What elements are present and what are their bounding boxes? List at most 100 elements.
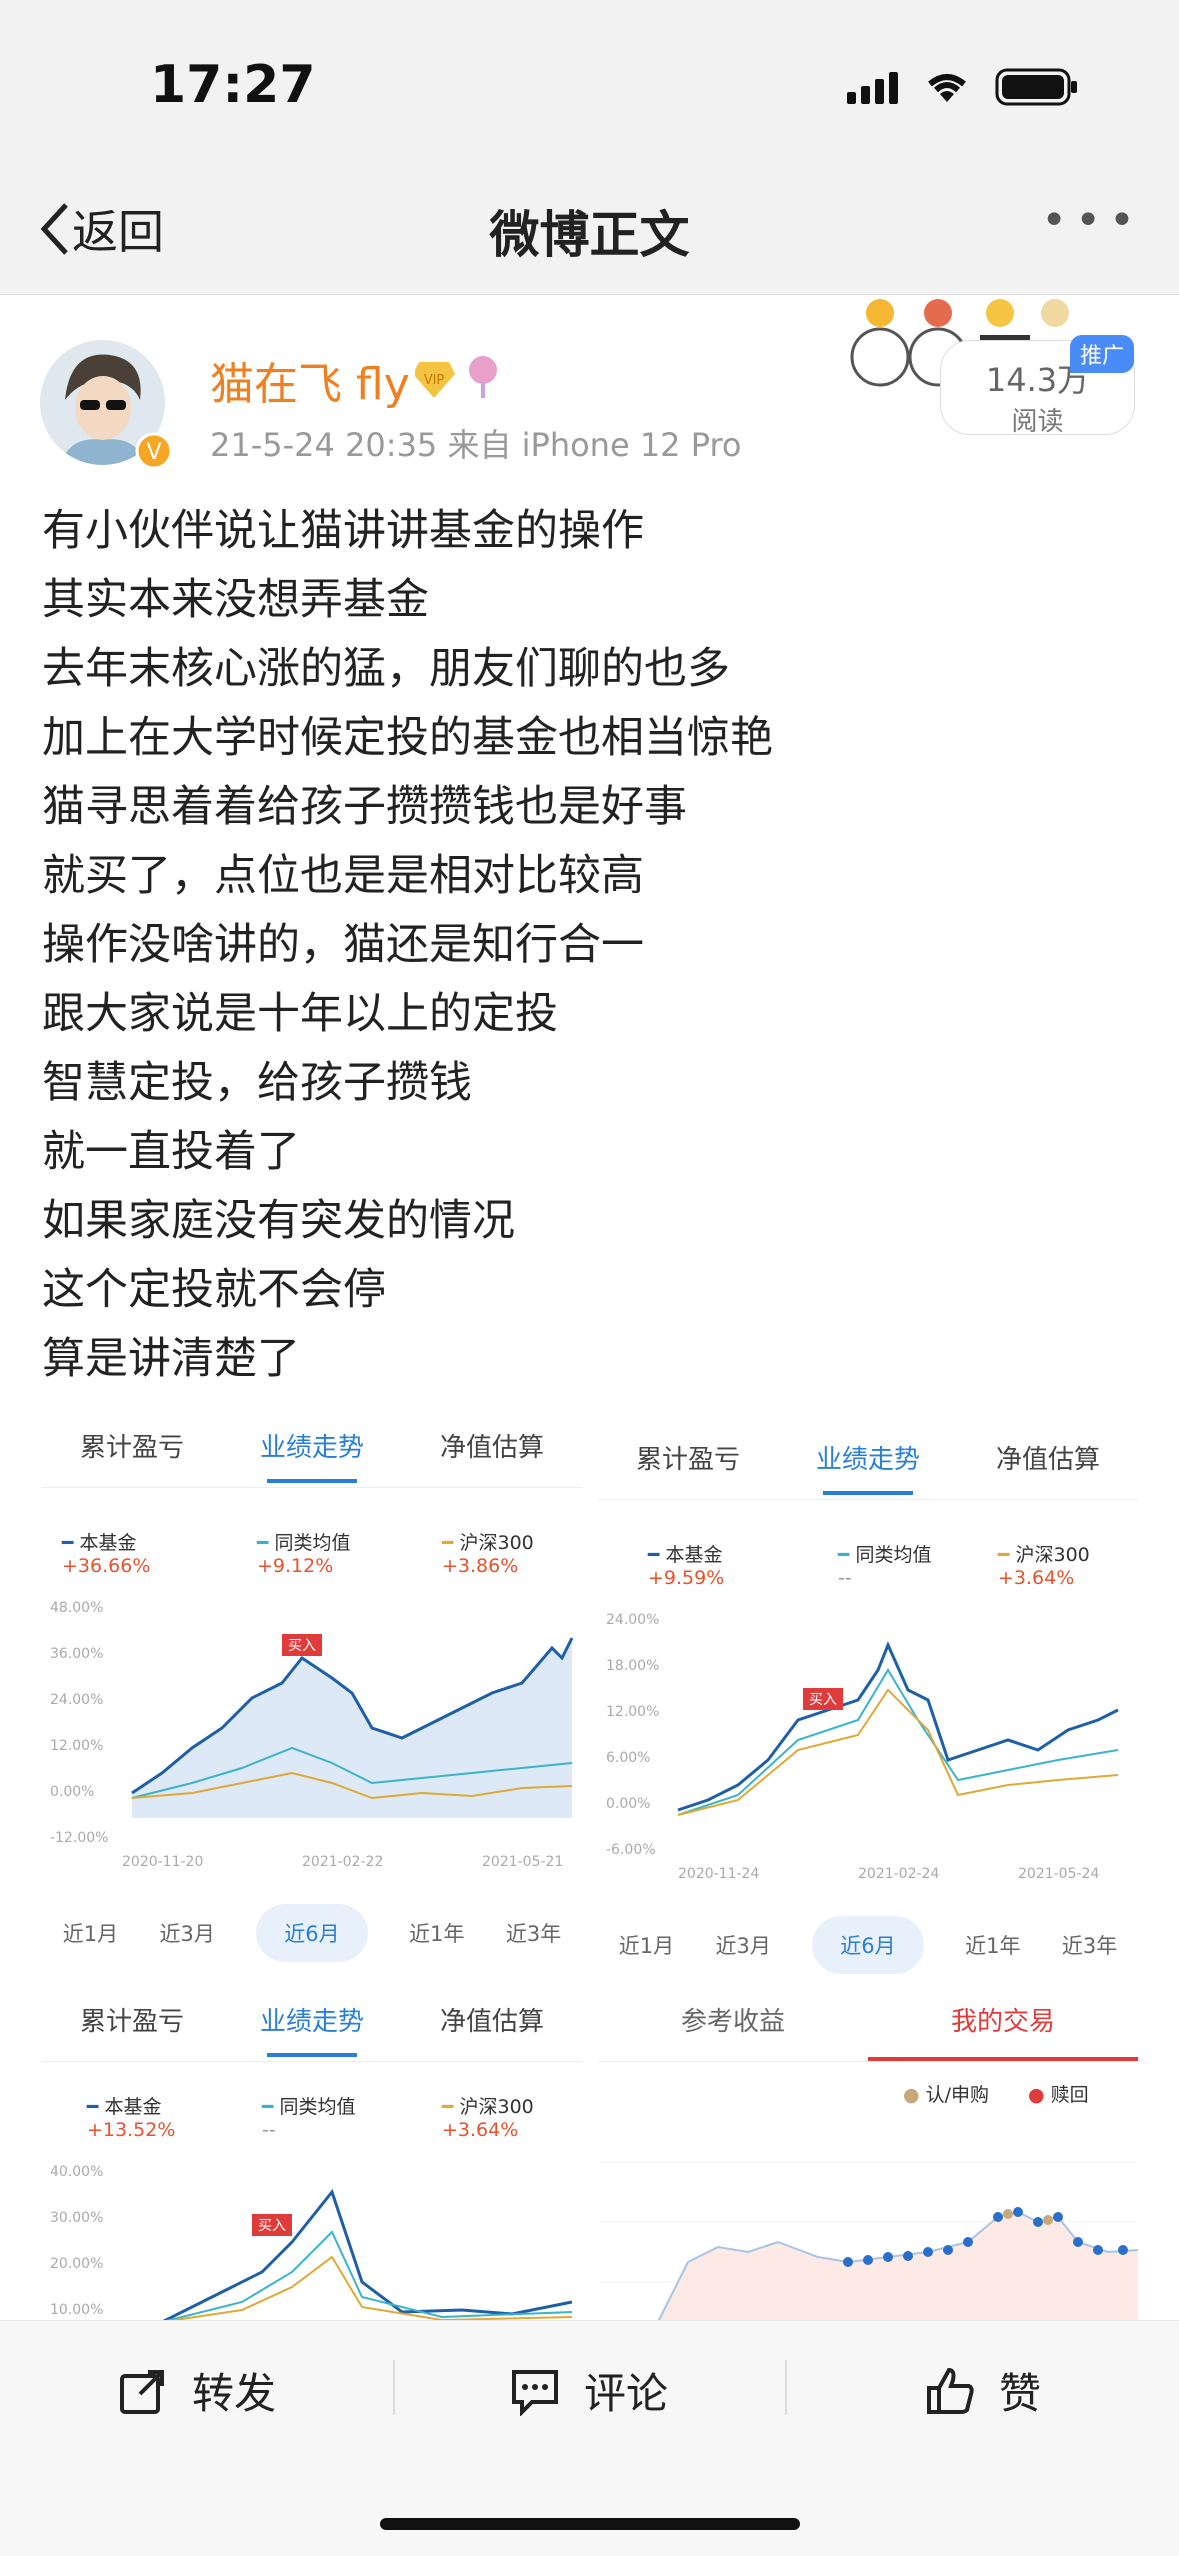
svg-text:0.00%: 0.00%: [606, 1796, 650, 1812]
svg-text:18.00%: 18.00%: [606, 1658, 659, 1674]
svg-text:48.00%: 48.00%: [50, 1600, 103, 1616]
body-line: 算是讲清楚了: [42, 1334, 300, 1384]
svg-text:24.00%: 24.00%: [50, 1692, 103, 1708]
body-line: 跟大家说是十年以上的定投: [42, 989, 558, 1039]
body-line: 就一直投着了: [42, 1127, 300, 1177]
divider: [393, 2360, 395, 2415]
svg-text:2021-02-22: 2021-02-22: [302, 1854, 383, 1868]
legend-fund: ━ 本基金 +36.66%: [62, 1532, 151, 1577]
vip-icon: VIP: [413, 352, 505, 406]
tab-nav-estimate[interactable]: 净值估算: [402, 1418, 582, 1487]
tab-cumulative[interactable]: 累计盈亏: [598, 1430, 778, 1499]
like-label: 赞: [999, 2369, 1042, 2418]
performance-chart-2: 24.00% 18.00% 12.00% 6.00% 0.00% -6.00% 2020-…: [606, 1612, 1119, 1880]
range-1y[interactable]: 近1年: [409, 1918, 464, 1962]
tab-performance[interactable]: 业绩走势: [222, 1418, 402, 1487]
repost-button[interactable]: 转发: [118, 2360, 276, 2421]
tab-reference-return[interactable]: 参考收益: [598, 1992, 868, 2061]
svg-text:VIP: VIP: [424, 373, 445, 388]
svg-text:V: V: [146, 440, 161, 465]
more-icon[interactable]: •••: [1041, 195, 1143, 246]
signal-icon: [845, 70, 905, 110]
comment-button[interactable]: 评论: [510, 2360, 668, 2421]
legend-fund: ━ 本基金 +13.52%: [87, 2096, 176, 2141]
svg-text:30.00%: 30.00%: [50, 2210, 103, 2226]
body-line: 智慧定投，给孩子攒钱: [42, 1058, 472, 1108]
wifi-icon: [922, 66, 972, 110]
range-selector-2: 近1月 近3月 近6月 近1年 近3年: [598, 1916, 1138, 1974]
verified-badge-icon: V: [135, 432, 173, 474]
legend-hs300: ━ 沪深300 +3.64%: [998, 1544, 1090, 1589]
repost-icon: [120, 2369, 164, 2414]
range-6m[interactable]: 近6月: [256, 1904, 368, 1962]
status-bar: 17:27: [0, 0, 1179, 170]
range-6m[interactable]: 近6月: [812, 1916, 924, 1974]
body-line: 这个定投就不会停: [42, 1265, 386, 1315]
svg-text:2021-02-24: 2021-02-24: [858, 1866, 939, 1880]
promo-badge: 推广: [1070, 335, 1135, 373]
repost-label: 转发: [192, 2369, 277, 2418]
page-title: 微博正文: [489, 206, 690, 264]
svg-text:12.00%: 12.00%: [606, 1704, 659, 1720]
svg-text:24.00%: 24.00%: [606, 1612, 659, 1628]
battery-icon: [995, 66, 1080, 112]
range-3y[interactable]: 近3年: [1062, 1930, 1117, 1974]
username[interactable]: 猫在飞 fly: [210, 348, 410, 412]
legend-purchase: ● 认/申购: [903, 2084, 990, 2106]
tab-cumulative[interactable]: 累计盈亏: [42, 1992, 222, 2061]
svg-text:20.00%: 20.00%: [50, 2256, 103, 2272]
body-line: 有小伙伴说让猫讲讲基金的操作: [42, 506, 644, 556]
svg-text:买入: 买入: [258, 2218, 286, 2234]
body-line: 就买了，点位也是是相对比较高: [42, 851, 644, 901]
svg-text:买入: 买入: [809, 1692, 837, 1708]
svg-text:-6.00%: -6.00%: [606, 1842, 656, 1858]
svg-text:12.00%: 12.00%: [50, 1738, 103, 1754]
tab-cumulative[interactable]: 累计盈亏: [42, 1418, 222, 1487]
comment-icon: [512, 2369, 558, 2416]
body-line: 其实本来没想弄基金: [42, 575, 429, 625]
range-1y[interactable]: 近1年: [965, 1930, 1020, 1974]
range-3m[interactable]: 近3月: [160, 1918, 215, 1962]
divider: [785, 2360, 787, 2415]
thumbs-up-icon: [927, 2367, 974, 2414]
legend-fund: ━ 本基金 +9.59%: [648, 1544, 725, 1589]
legend-hs300: ━ 沪深300 +3.86%: [442, 1532, 534, 1577]
svg-text:6.00%: 6.00%: [606, 1750, 650, 1766]
legend-redeem: ● 赎回: [1028, 2084, 1089, 2106]
tab-performance[interactable]: 业绩走势: [222, 1992, 402, 2061]
range-3y[interactable]: 近3年: [506, 1918, 561, 1962]
svg-text:2021-05-24: 2021-05-24: [1018, 1866, 1099, 1880]
svg-text:买入: 买入: [288, 1638, 316, 1654]
range-3m[interactable]: 近3月: [716, 1930, 771, 1974]
range-1m[interactable]: 近1月: [619, 1930, 674, 1974]
body-line: 猫寻思着着给孩子攒攒钱也是好事: [42, 782, 687, 832]
legend-peer-avg: ━ 同类均值 --: [262, 2096, 356, 2141]
tab-my-trades[interactable]: 我的交易: [868, 1992, 1138, 2061]
svg-text:40.00%: 40.00%: [50, 2164, 103, 2180]
tab-nav-estimate[interactable]: 净值估算: [958, 1430, 1138, 1499]
trade-chart-image[interactable]: 参考收益 我的交易 ● 认/申购 ● 赎回: [598, 1992, 1138, 2320]
status-time: 17:27: [150, 55, 316, 115]
body-line: 去年末核心涨的猛，朋友们聊的也多: [42, 644, 730, 694]
range-1m[interactable]: 近1月: [63, 1918, 118, 1962]
tab-performance[interactable]: 业绩走势: [778, 1430, 958, 1499]
legend-peer-avg: ━ 同类均值 +9.12%: [257, 1532, 351, 1577]
fund-chart-image-1[interactable]: 累计盈亏 业绩走势 净值估算 ━ 本基金 +36.66% ━ 同类均值 +9.12%…: [42, 1418, 582, 1978]
post-meta: 21-5-24 20:35 来自 iPhone 12 Pro: [210, 426, 742, 464]
legend-hs300: ━ 沪深300 +3.64%: [442, 2096, 534, 2141]
post-body: 有小伙伴说让猫讲讲基金的操作 其实本来没想弄基金 去年末核心涨的猛，朋友们聊的也…: [42, 497, 773, 1394]
fund-chart-image-3[interactable]: 累计盈亏 业绩走势 净值估算 ━ 本基金 +13.52% ━ 同类均值 -- ━ 沪…: [42, 1992, 582, 2320]
trade-chart: [598, 2161, 1138, 2320]
tab-nav-estimate[interactable]: 净值估算: [402, 1992, 582, 2061]
svg-text:-12.00%: -12.00%: [50, 1830, 108, 1846]
svg-text:2020-11-20: 2020-11-20: [122, 1854, 203, 1868]
performance-chart-3: 40.00% 30.00% 20.00% 10.00% 买入: [50, 2164, 573, 2320]
fund-chart-image-2[interactable]: 累计盈亏 业绩走势 净值估算 ━ 本基金 +9.59% ━ 同类均值 -- ━ 沪深…: [598, 1430, 1138, 1990]
svg-text:36.00%: 36.00%: [50, 1646, 103, 1662]
like-button[interactable]: 赞: [925, 2360, 1041, 2421]
home-indicator[interactable]: [380, 2518, 800, 2530]
body-line: 如果家庭没有突发的情况: [42, 1196, 515, 1246]
svg-text:10.00%: 10.00%: [50, 2302, 103, 2318]
comment-label: 评论: [584, 2369, 669, 2418]
read-count-label: 阅读: [1011, 407, 1064, 437]
